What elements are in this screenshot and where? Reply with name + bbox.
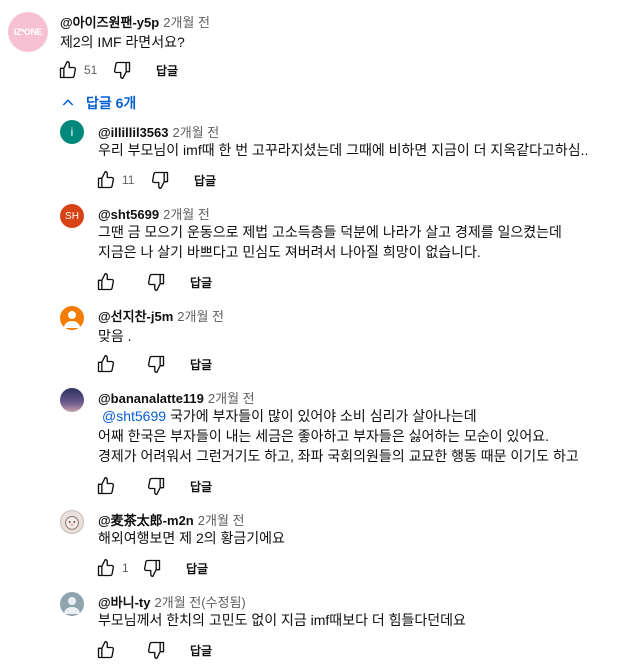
comment-text: 부모님께서 한치의 고민도 없이 지금 imf때보다 더 힘들다던데요 xyxy=(98,612,466,628)
person-icon xyxy=(64,311,80,328)
comment-text: 지금은 나 살기 바쁘다고 민심도 져버려서 나아질 희망이 없습니다. xyxy=(98,244,481,260)
comment-time[interactable]: 2개월 전 xyxy=(163,15,210,30)
avatar[interactable]: IZ*ONE xyxy=(8,12,48,52)
reply-button[interactable]: 답글 xyxy=(156,62,178,79)
thumbs-down-icon xyxy=(151,171,169,189)
like-button[interactable] xyxy=(94,556,118,580)
avatar[interactable]: i xyxy=(60,120,84,144)
dislike-button[interactable] xyxy=(144,638,168,662)
thumbs-down-icon xyxy=(113,61,131,80)
comment-text: 해외여행보면 제 2의 황금기에요 xyxy=(98,530,285,546)
dislike-button[interactable] xyxy=(144,474,168,498)
comment-time[interactable]: 2개월 전 xyxy=(177,309,224,324)
person-icon xyxy=(64,597,80,614)
comment-author[interactable]: @bananalatte119 xyxy=(98,391,204,406)
replies-toggle[interactable]: 답글 6개 xyxy=(60,92,136,114)
thumbs-up-icon xyxy=(97,641,115,659)
like-button[interactable] xyxy=(94,474,118,498)
reply-button[interactable]: 답글 xyxy=(194,172,216,189)
comment-author[interactable]: @sht5699 xyxy=(98,207,159,222)
thumbs-up-icon xyxy=(97,355,115,373)
comment-text: 어째 한국은 부자들이 내는 세금은 좋아하고 부자들은 싫어하는 모순이 있어… xyxy=(98,428,550,444)
comment-text: @sht5699 국가에 부자들이 많이 있어야 소비 심리가 살아나는데 xyxy=(102,406,477,426)
comment-actions: 51 답글 xyxy=(56,58,178,82)
reply-button[interactable]: 답글 xyxy=(190,356,212,373)
comment-text: 제2의 IMF 라면서요? xyxy=(60,34,185,50)
thumbs-down-icon xyxy=(143,559,161,577)
replies-toggle-label: 답글 6개 xyxy=(86,95,137,111)
thumbs-down-icon xyxy=(147,477,165,495)
author-line: @bananalatte119 2개월 전 xyxy=(98,388,255,407)
avatar-initial: i xyxy=(70,125,74,139)
comment-time[interactable]: 2개월 전 xyxy=(173,125,220,140)
comment-time[interactable]: 2개월 전 xyxy=(163,207,210,222)
like-button[interactable] xyxy=(94,352,118,376)
thumbs-down-icon xyxy=(147,273,165,291)
comment-actions: 1 답글 xyxy=(94,556,208,580)
comment-text: 맞음 . xyxy=(98,328,132,344)
author-line: @바니-ty 2개월 전(수정됨) xyxy=(98,592,246,611)
comment-time[interactable]: 2개월 전 xyxy=(208,391,255,406)
thumbs-up-icon xyxy=(59,61,77,79)
chevron-up-icon xyxy=(62,99,74,106)
avatar-initial: SH xyxy=(65,210,79,222)
avatar[interactable] xyxy=(60,388,84,412)
avatar[interactable] xyxy=(60,510,84,534)
comment-text: 우리 부모님이 imf때 한 번 고꾸라지셨는데 그때에 비하면 지금이 더 지… xyxy=(98,142,589,158)
dislike-button[interactable] xyxy=(148,168,172,192)
author-line: @선지찬-j5m 2개월 전 xyxy=(98,306,224,325)
like-count: 1 xyxy=(122,561,129,575)
comment-time[interactable]: 2개월 전 xyxy=(198,513,245,528)
thumbs-up-icon xyxy=(97,559,115,577)
comment-author[interactable]: @바니-ty xyxy=(98,595,151,610)
avatar-logo-text: IZ*ONE xyxy=(13,27,43,37)
comment-time[interactable]: 2개월 전(수정됨) xyxy=(155,595,246,610)
like-button[interactable] xyxy=(94,638,118,662)
thumbs-up-icon xyxy=(97,273,115,291)
thumbs-up-icon xyxy=(97,171,115,189)
comment-author[interactable]: @아이즈원팬-y5p xyxy=(60,15,159,30)
reply-button[interactable]: 답글 xyxy=(190,274,212,291)
comment-text: 경제가 어려워서 그런거기도 하고, 좌파 국회의원들의 교묘한 행동 때문 이… xyxy=(98,448,579,464)
author-line: @illillil3563 2개월 전 xyxy=(98,122,219,141)
thumbs-down-icon xyxy=(147,355,165,373)
reply-button[interactable]: 답글 xyxy=(186,560,208,577)
thumbs-up-icon xyxy=(97,477,115,495)
comment-actions: 답글 xyxy=(94,474,212,498)
like-button[interactable] xyxy=(94,270,118,294)
comment-text-first-line: 국가에 부자들이 많이 있어야 소비 심리가 살아나는데 xyxy=(169,408,477,424)
dislike-button[interactable] xyxy=(140,556,164,580)
avatar[interactable] xyxy=(60,306,84,330)
cat-face-icon xyxy=(65,516,79,530)
thumbs-down-icon xyxy=(147,641,165,659)
author-line: @sht5699 2개월 전 xyxy=(98,204,210,223)
comment-author[interactable]: @illillil3563 xyxy=(98,125,169,140)
avatar[interactable]: SH xyxy=(60,204,84,228)
comment-actions: 답글 xyxy=(94,638,212,662)
dislike-button[interactable] xyxy=(144,270,168,294)
avatar[interactable] xyxy=(60,592,84,616)
reply-button[interactable]: 답글 xyxy=(190,478,212,495)
like-count: 11 xyxy=(122,173,135,187)
comment-actions: 11 답글 xyxy=(94,168,216,192)
author-line: @아이즈원팬-y5p 2개월 전 xyxy=(60,12,210,31)
comment-author[interactable]: @麦茶太郎-m2n xyxy=(98,513,194,528)
comment-text: 그땐 금 모으기 운동으로 제법 고소득층들 덕분에 나라가 살고 경제를 일으… xyxy=(98,224,562,240)
mention-link[interactable]: @sht5699 xyxy=(102,408,166,424)
comment-actions: 답글 xyxy=(94,270,212,294)
like-count: 51 xyxy=(84,63,98,77)
dislike-button[interactable] xyxy=(144,352,168,376)
like-button[interactable] xyxy=(56,58,80,82)
comment-actions: 답글 xyxy=(94,352,212,376)
author-line: @麦茶太郎-m2n 2개월 전 xyxy=(98,510,244,529)
like-button[interactable] xyxy=(94,168,118,192)
reply-button[interactable]: 답글 xyxy=(190,642,212,659)
dislike-button[interactable] xyxy=(110,58,134,82)
comment-author[interactable]: @선지찬-j5m xyxy=(98,309,173,324)
